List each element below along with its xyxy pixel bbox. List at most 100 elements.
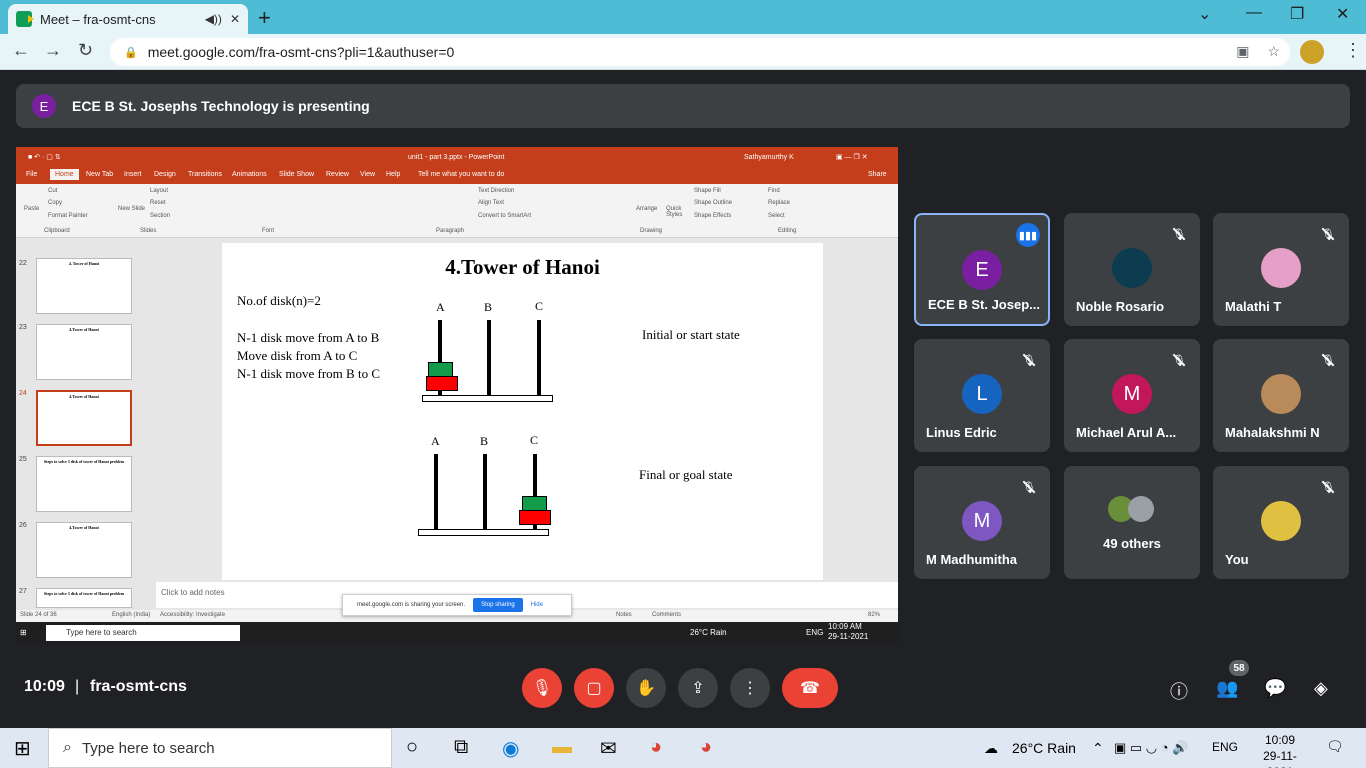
status-comments[interactable]: Comments (652, 612, 681, 618)
browser-tab-meet[interactable]: Meet – fra-osmt-cns ◀)) ✕ (8, 4, 248, 34)
activities-icon[interactable]: ◈ (1314, 678, 1328, 699)
ribbon-select[interactable]: Select (768, 213, 785, 219)
ppt-menu-transitions[interactable]: Transitions (188, 171, 222, 178)
ribbon-replace[interactable]: Replace (768, 200, 790, 206)
ribbon-quick-styles[interactable]: Quick Styles (666, 206, 688, 218)
maximize-button[interactable]: ❐ (1290, 4, 1304, 24)
weather-text[interactable]: 26°C Rain (1012, 740, 1076, 756)
windows-start-icon[interactable]: ⊞ (14, 736, 31, 761)
address-bar[interactable]: 🔒 meet.google.com/fra-osmt-cns?pli=1&aut… (110, 38, 1290, 66)
ribbon-cut[interactable]: Cut (48, 188, 57, 194)
thumb-slide-24[interactable]: 4.Tower of Hanoi (36, 390, 132, 446)
ppt-share[interactable]: Share (868, 171, 887, 178)
chrome-menu-icon[interactable]: ⋮ (1344, 40, 1362, 61)
participant-tile[interactable]: M Michael Arul A... 🎙 (1064, 339, 1200, 452)
taskbar-clock[interactable]: 10:09 29-11-2021 (1256, 732, 1304, 768)
new-tab-button[interactable]: + (258, 5, 271, 31)
file-explorer-icon[interactable]: ▬ (552, 736, 572, 759)
current-slide[interactable]: 4.Tower of Hanoi No.of disk(n)=2 N-1 dis… (222, 243, 823, 580)
ribbon-layout[interactable]: Layout (150, 188, 168, 194)
mail-icon[interactable]: ✉ (600, 736, 617, 761)
ppt-menu-insert[interactable]: Insert (124, 171, 142, 178)
ribbon-arrange[interactable]: Arrange (636, 206, 657, 212)
participant-tile[interactable]: 49 others (1064, 466, 1200, 579)
participant-tile[interactable]: M M Madhumitha 🎙 (914, 466, 1050, 579)
participant-tile[interactable]: L Linus Edric 🎙 (914, 339, 1050, 452)
leave-call-button[interactable]: ☎ (782, 668, 838, 708)
cortana-icon[interactable]: ○ (406, 736, 418, 759)
camera-blocked-icon[interactable]: ▣ (1236, 43, 1249, 60)
hide-button[interactable]: Hide (531, 602, 543, 608)
ribbon-convert-smartart[interactable]: Convert to SmartArt (478, 213, 531, 219)
ribbon-align-text[interactable]: Align Text (478, 200, 504, 206)
chrome-icon[interactable]: ◕ (650, 736, 662, 759)
status-access[interactable]: Accessibility: Investigate (160, 612, 225, 618)
participant-tile[interactable]: Mahalakshmi N 🎙 (1213, 339, 1349, 452)
participant-tile[interactable]: E ECE B St. Josep... ▮▮▮ (914, 213, 1050, 326)
thumb-slide-27[interactable]: Steps to solve 3 disk of tower of Hanoi … (36, 588, 132, 608)
ribbon-new-slide[interactable]: New Slide (118, 206, 145, 212)
ribbon-paste[interactable]: Paste (24, 206, 39, 212)
slide-workarea: 4.Tower of Hanoi No.of disk(n)=2 N-1 dis… (156, 238, 898, 610)
thumb-slide-22[interactable]: 4. Tower of Hanoi (36, 258, 132, 314)
ribbon-shape-effects[interactable]: Shape Effects (694, 213, 731, 219)
ribbon-section[interactable]: Section (150, 213, 170, 219)
ribbon-shape-fill[interactable]: Shape Fill (694, 188, 721, 194)
lock-icon[interactable]: 🔒 (124, 46, 138, 59)
notification-icon[interactable]: 🗨 (1326, 738, 1346, 758)
ppt-menu-animations[interactable]: Animations (232, 171, 267, 178)
speaker-icon[interactable]: ◀)) (205, 12, 222, 26)
present-button[interactable]: ⇪ (678, 668, 718, 708)
task-view-icon[interactable]: ⧉ (454, 736, 468, 759)
ribbon-find[interactable]: Find (768, 188, 780, 194)
ppt-menu-design[interactable]: Design (154, 171, 176, 178)
taskbar-search[interactable]: ⌕ Type here to search (48, 728, 392, 768)
status-zoom[interactable]: 82% (868, 612, 880, 618)
ppt-menu-view[interactable]: View (360, 171, 375, 178)
minimize-button[interactable]: — (1246, 4, 1262, 22)
close-window-button[interactable]: ✕ (1336, 4, 1349, 24)
status-notes[interactable]: Notes (616, 612, 632, 618)
mic-off-button[interactable]: 🎙 (522, 668, 562, 708)
chat-icon[interactable]: 💬 (1264, 678, 1286, 699)
raise-hand-button[interactable]: ✋ (626, 668, 666, 708)
ppt-menu-home[interactable]: Home (50, 169, 79, 180)
participant-tile[interactable]: Malathi T 🎙 (1213, 213, 1349, 326)
participant-tile[interactable]: You 🎙 (1213, 466, 1349, 579)
meeting-info-icon[interactable]: ⓘ (1170, 678, 1188, 704)
ppt-menu-review[interactable]: Review (326, 171, 349, 178)
more-options-button[interactable]: ⋮ (730, 668, 770, 708)
chrome-profile-icon[interactable]: ◕ (700, 736, 712, 759)
tab-search-icon[interactable]: ⌄ (1198, 4, 1211, 24)
thumb-slide-26[interactable]: 4.Tower of Hanoi (36, 522, 132, 578)
camera-off-button[interactable]: ▢ (574, 668, 614, 708)
ribbon-format-painter[interactable]: Format Painter (48, 213, 88, 219)
ppt-menu-help[interactable]: Help (386, 171, 400, 178)
forward-icon[interactable]: → (44, 40, 62, 61)
ribbon-shape-outline[interactable]: Shape Outline (694, 200, 732, 206)
language-indicator[interactable]: ENG (1212, 740, 1238, 754)
tray-icons[interactable]: ▣ ▭ ◡ ◔ 🔊 (1114, 740, 1206, 756)
stop-sharing-button[interactable]: Stop sharing (473, 598, 523, 612)
ribbon-text-direction[interactable]: Text Direction (478, 188, 514, 194)
ribbon-reset[interactable]: Reset (150, 200, 166, 206)
reload-icon[interactable]: ↻ (78, 40, 93, 61)
ppt-window-controls: ▣ — ❐ ✕ (836, 154, 868, 161)
thumb-slide-23[interactable]: 4.Tower of Hanoi (36, 324, 132, 380)
ppt-menu-newtab[interactable]: New Tab (86, 171, 113, 178)
weather-icon[interactable]: ☁ (984, 740, 998, 757)
ppt-menu-file[interactable]: File (26, 171, 37, 178)
participant-avatar (1261, 501, 1301, 541)
ppt-menu-slideshow[interactable]: Slide Show (279, 171, 314, 178)
tray-overflow-icon[interactable]: ⌃ (1092, 740, 1104, 757)
profile-avatar[interactable] (1300, 40, 1324, 64)
close-tab-icon[interactable]: ✕ (230, 12, 240, 26)
back-icon[interactable]: ← (12, 40, 30, 61)
people-icon[interactable]: 👥 (1216, 678, 1238, 699)
participant-tile[interactable]: Noble Rosario 🎙 (1064, 213, 1200, 326)
ppt-tell-me[interactable]: Tell me what you want to do (418, 171, 504, 178)
thumb-slide-25[interactable]: Steps to solve 3 disk of tower of Hanoi … (36, 456, 132, 512)
bookmark-star-icon[interactable]: ☆ (1267, 43, 1280, 60)
edge-icon[interactable]: ◉ (502, 736, 519, 761)
ribbon-copy[interactable]: Copy (48, 200, 62, 206)
